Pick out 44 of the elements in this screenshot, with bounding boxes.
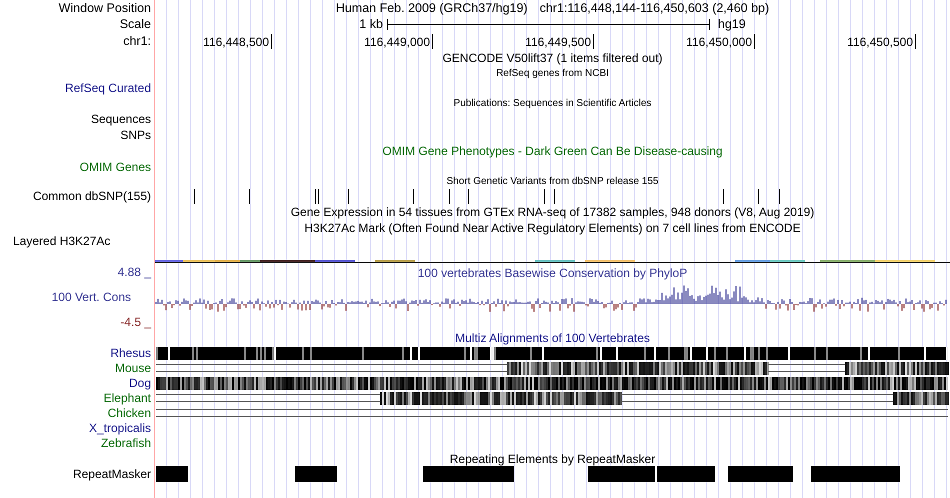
track-title: Publications: Sequences in Scientific Articles xyxy=(454,97,652,111)
scale-length: 1 kb xyxy=(359,16,383,34)
track-label: 4.88 _ xyxy=(118,265,151,280)
row-label: Scale xyxy=(120,16,151,33)
track-label: RepeatMasker xyxy=(72,466,151,482)
ruler-tick-label: 116,449,000 xyxy=(364,34,430,50)
track-label: Chicken xyxy=(108,406,151,421)
assembly-name: hg19 xyxy=(718,16,746,34)
ruler-tick-label: 116,448,500 xyxy=(203,34,269,50)
track-label: Dog xyxy=(128,376,151,391)
ruler-tick xyxy=(271,34,272,49)
ruler-tick-label: 116,450,500 xyxy=(847,34,913,50)
ruler-tick xyxy=(593,34,594,49)
row-label: chr1: xyxy=(123,33,151,50)
track-label: Elephant xyxy=(104,391,151,406)
track-label: Rhesus xyxy=(110,346,151,361)
track-label: -4.5 _ xyxy=(120,315,151,330)
track-title: Multiz Alignments of 100 Vertebrates xyxy=(455,330,650,347)
track-title: OMIM Gene Phenotypes - Dark Green Can Be Disease-causing xyxy=(382,142,723,160)
ruler-tick xyxy=(432,34,433,49)
track-title: 100 vertebrates Basewise Conservation by PhyloP xyxy=(418,264,688,282)
track-title: Repeating Elements by RepeatMasker xyxy=(450,450,656,468)
track-label: SNPs xyxy=(120,127,151,143)
row-label: Window Position xyxy=(58,0,151,16)
position-range: chr1:116,448,144-116,450,603 (2,460 bp) xyxy=(540,0,770,17)
track-label: Sequences xyxy=(90,111,151,127)
track-label: X_tropicalis xyxy=(88,421,151,436)
track-title: GENCODE V50lift37 (1 items filtered out) xyxy=(442,50,663,67)
track-label: Mouse xyxy=(114,361,151,376)
track-label: OMIM Genes xyxy=(80,159,151,175)
ruler-tick-label: 116,449,500 xyxy=(525,34,591,50)
track-label: 100 Vert. Cons xyxy=(52,289,131,306)
track-title: Short Genetic Variants from dbSNP release 155 xyxy=(446,175,658,189)
track-label: RefSeq Curated xyxy=(64,80,151,96)
track-label: Zebrafish xyxy=(100,436,151,451)
ruler-tick-label: 116,450,000 xyxy=(686,34,752,50)
track-label: Layered H3K27Ac xyxy=(13,234,110,249)
track-title: RefSeq genes from NCBI xyxy=(496,66,609,80)
genome-title: Human Feb. 2009 (GRCh37/hg19) xyxy=(336,0,528,17)
track-title: H3K27Ac Mark (Often Found Near Active Regulatory Elements) on 7 cell lines from ENCODE xyxy=(304,220,801,236)
track-label: Common dbSNP(155) xyxy=(32,189,151,204)
ruler-tick xyxy=(915,34,916,49)
track-title: Gene Expression in 54 tissues from GTEx RNA-seq of 17382 samples, 948 donors (V8, Aug 2019) xyxy=(290,204,814,221)
ruler-tick xyxy=(754,34,755,49)
